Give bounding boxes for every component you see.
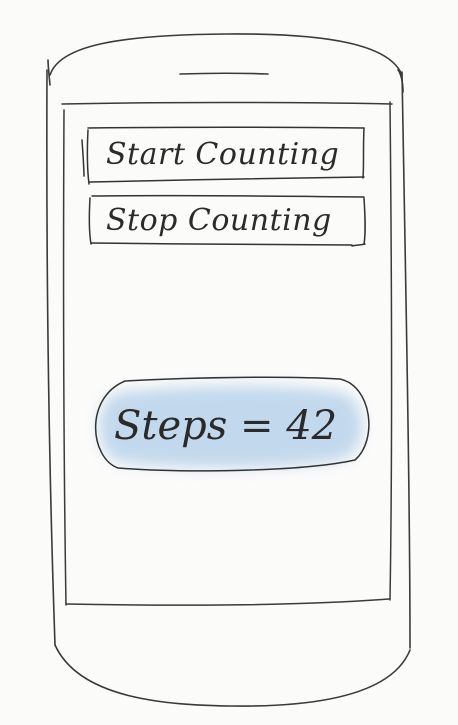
speaker-slit: [179, 72, 269, 75]
stop-counting-button[interactable]: Stop Counting: [88, 194, 368, 246]
start-counting-button[interactable]: Start Counting: [84, 126, 366, 184]
start-counting-label: Start Counting: [106, 137, 340, 172]
stop-counting-label: Stop Counting: [106, 203, 332, 238]
phone-sketch: Start Counting Stop Counting Steps = 42: [0, 0, 458, 725]
steps-counter: Steps = 42: [92, 380, 372, 470]
steps-counter-text: Steps = 42: [114, 403, 338, 449]
phone-outline-drawing: [46, 33, 411, 707]
